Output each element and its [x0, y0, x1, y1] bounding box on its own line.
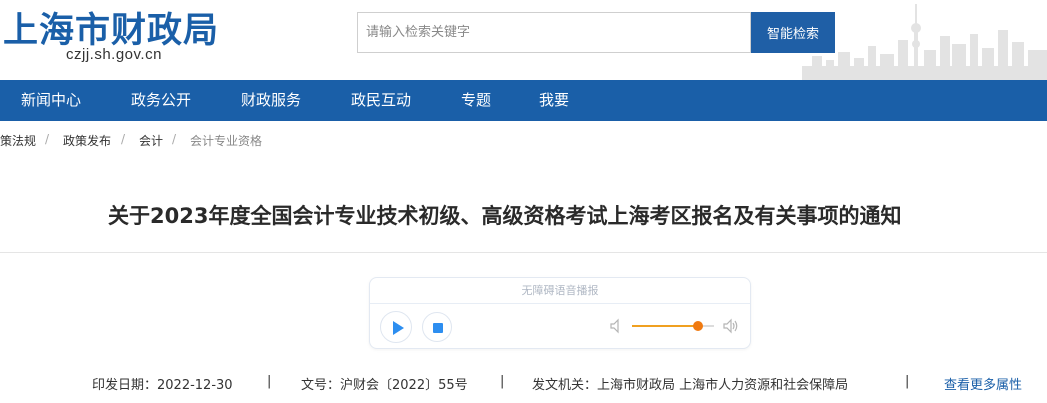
nav-item-finance-services[interactable]: 财政服务 — [241, 80, 301, 121]
site-header: 上海市财政局 czjj.sh.gov.cn 智能检索 — [0, 0, 1047, 80]
nav-item-news[interactable]: 新闻中心 — [21, 80, 81, 121]
player-divider — [370, 303, 750, 304]
breadcrumb-separator: / — [45, 132, 50, 146]
breadcrumb-item-policy-release[interactable]: 政策发布 — [63, 132, 111, 149]
breadcrumb-separator: / — [121, 132, 126, 146]
document-number: 文号：沪财会〔2022〕55号 — [301, 378, 468, 393]
nav-item-interaction[interactable]: 政民互动 — [351, 80, 411, 121]
title-divider — [0, 252, 1047, 253]
breadcrumb-separator: / — [172, 132, 177, 146]
stop-icon — [433, 323, 443, 333]
meta-separator: | — [500, 374, 505, 389]
stop-button[interactable] — [422, 312, 452, 342]
volume-slider-fill — [632, 325, 698, 327]
volume-slider[interactable] — [632, 321, 714, 331]
breadcrumb-item-accounting-qualification[interactable]: 会计专业资格 — [190, 132, 262, 149]
site-logo-url: czjj.sh.gov.cn — [66, 46, 162, 63]
nav-item-topics[interactable]: 专题 — [461, 80, 491, 121]
breadcrumb-item-accounting[interactable]: 会计 — [139, 132, 163, 149]
meta-separator: | — [905, 374, 910, 389]
nav-item-gov-affairs[interactable]: 政务公开 — [131, 80, 191, 121]
volume-down-icon[interactable] — [608, 317, 626, 335]
publish-date: 印发日期：2022-12-30 — [92, 378, 233, 393]
nav-item-i-want[interactable]: 我要 — [539, 80, 569, 121]
article-meta: 印发日期：2022-12-30 | 文号：沪财会〔2022〕55号 | 发文机关… — [0, 374, 1047, 394]
breadcrumb-item-policies[interactable]: 策法规 — [0, 132, 36, 149]
search-box — [357, 12, 751, 53]
article-title: 关于2023年度全国会计专业技术初级、高级资格考试上海考区报名及有关事项的通知 — [108, 204, 902, 228]
city-skyline-image — [802, 4, 1047, 80]
issuing-authority: 发文机关：上海市财政局 上海市人力资源和社会保障局 — [532, 378, 849, 393]
meta-separator: | — [267, 374, 272, 389]
audio-player-title: 无障碍语音播报 — [521, 284, 599, 297]
volume-up-icon[interactable] — [722, 317, 740, 335]
play-icon — [393, 321, 404, 335]
volume-slider-handle[interactable] — [692, 321, 703, 331]
main-nav: 新闻中心 政务公开 财政服务 政民互动 专题 我要 — [0, 80, 1047, 121]
more-properties-link[interactable]: 查看更多属性 — [944, 374, 1022, 393]
audio-player: 无障碍语音播报 — [369, 277, 751, 349]
search-input[interactable] — [358, 13, 750, 52]
play-button[interactable] — [380, 311, 412, 343]
